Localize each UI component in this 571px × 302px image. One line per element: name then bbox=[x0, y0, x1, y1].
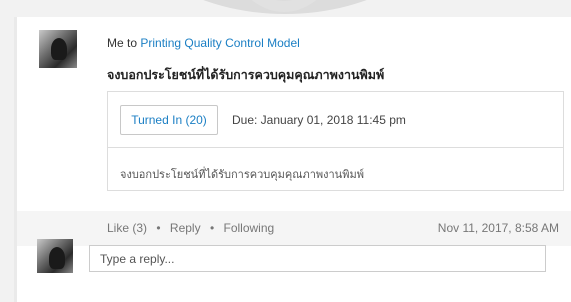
post-footer: Like (3) • Reply • Following Nov 11, 201… bbox=[17, 211, 571, 246]
group-link[interactable]: Printing Quality Control Model bbox=[140, 36, 299, 50]
reply-avatar bbox=[37, 239, 73, 273]
post-actions: Like (3) • Reply • Following bbox=[107, 221, 274, 235]
post-timestamp[interactable]: Nov 11, 2017, 8:58 AM bbox=[438, 221, 559, 235]
like-link[interactable]: Like (3) bbox=[107, 221, 147, 235]
reply-input[interactable] bbox=[89, 245, 546, 272]
post-title: จงบอกประโยชน์ที่ได้รับการควบคุมคุณภาพงาน… bbox=[107, 68, 385, 82]
turned-in-button[interactable]: Turned In (20) bbox=[120, 105, 218, 135]
due-date: Due: January 01, 2018 11:45 pm bbox=[232, 113, 406, 127]
author-name[interactable]: Me bbox=[107, 36, 124, 50]
assignment-header: Turned In (20) Due: January 01, 2018 11:… bbox=[108, 92, 563, 148]
assignment-box: Turned In (20) Due: January 01, 2018 11:… bbox=[107, 91, 564, 191]
post-header: Me to Printing Quality Control Model bbox=[107, 36, 300, 50]
author-avatar[interactable] bbox=[39, 30, 77, 68]
separator: • bbox=[156, 221, 161, 235]
reply-link[interactable]: Reply bbox=[170, 221, 201, 235]
header-connector: to bbox=[127, 36, 138, 50]
following-link[interactable]: Following bbox=[223, 221, 274, 235]
separator: • bbox=[209, 221, 215, 235]
assignment-body: จงบอกประโยชน์ที่ได้รับการควบคุมคุณภาพงาน… bbox=[120, 169, 364, 181]
